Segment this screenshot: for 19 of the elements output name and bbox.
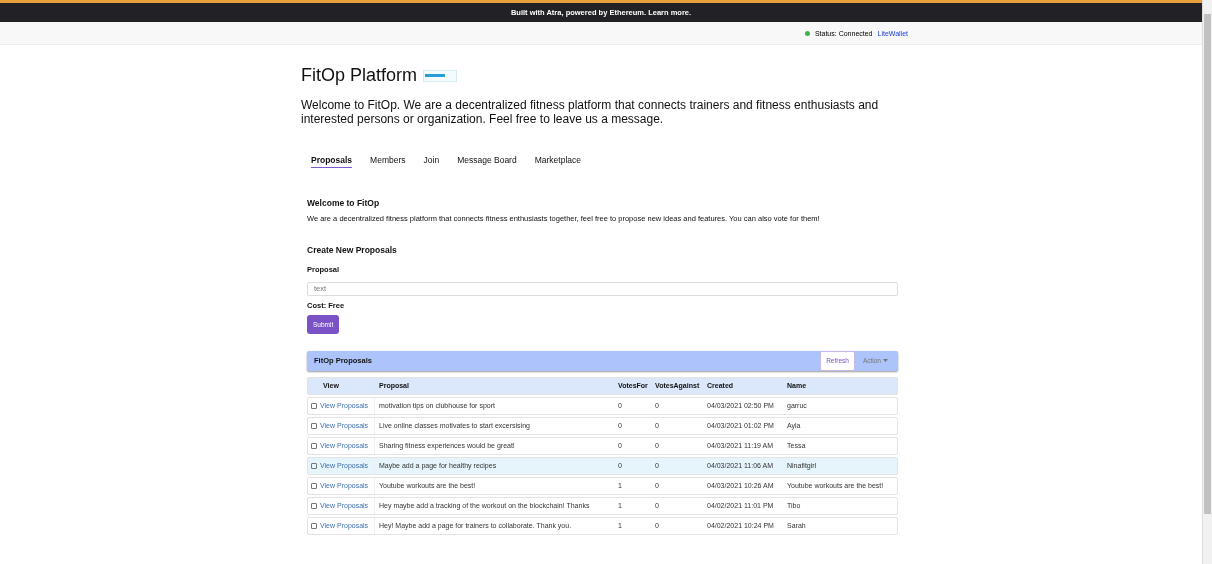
- row-checkbox[interactable]: [311, 422, 317, 429]
- caret-icon: [883, 359, 888, 362]
- row-checkbox[interactable]: [311, 522, 317, 529]
- tab[interactable]: Proposals: [311, 155, 353, 168]
- row-checkbox[interactable]: [311, 502, 317, 509]
- page-title: FitOp Platform: [301, 65, 418, 86]
- intro-text: Welcome to FitOp. We are a decentralized fitness platform that connects trainers and fitness enthusiasts and interested persons or organization. Feel free to leave us a message.: [301, 98, 880, 126]
- tab[interactable]: Members: [370, 155, 406, 168]
- row-checkbox[interactable]: [311, 462, 317, 469]
- tab[interactable]: Marketplace: [534, 155, 581, 168]
- section-heading: Create New Proposals: [307, 245, 398, 255]
- logo-icon: [423, 69, 458, 82]
- row-checkbox[interactable]: [311, 442, 317, 449]
- scrollbar-thumb[interactable]: [1204, 14, 1211, 514]
- row-checkbox[interactable]: [311, 402, 317, 409]
- tab[interactable]: Message Board: [457, 155, 517, 168]
- tab[interactable]: Join: [423, 155, 440, 168]
- section-heading: Welcome to FitOp: [307, 198, 381, 208]
- row-checkbox[interactable]: [311, 482, 317, 489]
